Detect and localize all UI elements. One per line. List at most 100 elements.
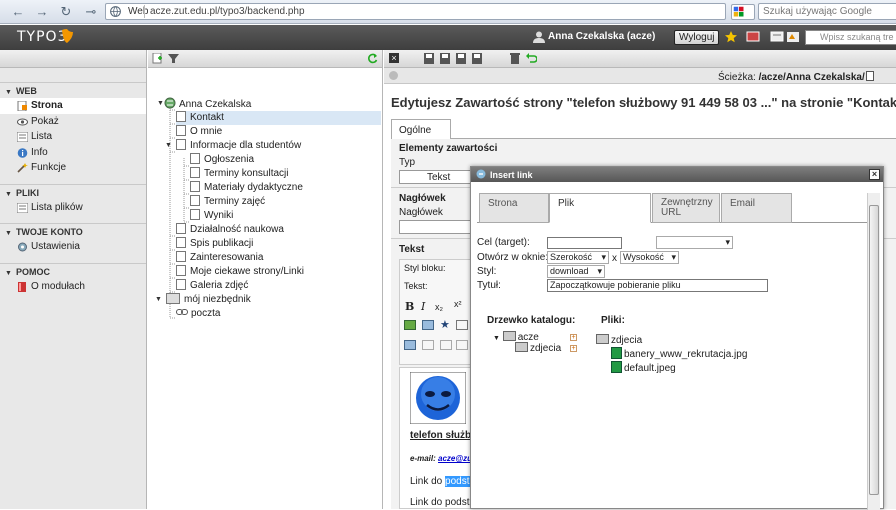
key-icon[interactable]: ⊸ <box>83 5 99 19</box>
tree-node-kontakt[interactable]: Kontakt <box>176 111 381 125</box>
tree-node-terminy-konsultacji[interactable]: Terminy konsultacji <box>190 167 288 181</box>
delete-trash-icon[interactable] <box>510 53 520 64</box>
reload-icon[interactable]: ↻ <box>58 5 74 19</box>
module-item-info[interactable]: Info <box>0 145 146 161</box>
superscript-icon[interactable]: x² <box>454 299 462 309</box>
module-item-pokaz[interactable]: Pokaż <box>0 114 146 130</box>
insert-table-icon[interactable] <box>422 320 434 330</box>
tree-node-publikacje[interactable]: Spis publikacji <box>176 237 253 251</box>
module-section-title[interactable]: ▼ POMOC <box>0 262 146 279</box>
clear-cache-icon[interactable] <box>786 30 800 44</box>
dir-child-node[interactable]: zdjecia <box>515 342 561 354</box>
add-icon[interactable]: + <box>570 334 577 341</box>
tab-email[interactable]: Email <box>721 193 792 223</box>
opendocs-icon[interactable] <box>770 30 784 44</box>
tab-ogolne[interactable]: Ogólne <box>391 119 451 140</box>
tree-node-niezbednik[interactable]: ▼ mój niezbędnik <box>155 293 251 307</box>
row-props-icon[interactable] <box>422 340 434 350</box>
save-new-icon[interactable] <box>456 53 466 64</box>
save-view-icon[interactable] <box>440 53 450 64</box>
table-props-icon[interactable] <box>404 340 416 350</box>
module-item-funkcje[interactable]: Funkcje <box>0 160 146 176</box>
target-select[interactable] <box>656 236 733 249</box>
insert-link-dialog: Insert link × Strona Plik Zewnętrzny URL… <box>470 166 884 510</box>
tree-node-dzialalnosc[interactable]: Działalność naukowa <box>176 223 284 237</box>
tree-node-o-mnie[interactable]: O mnie <box>176 125 222 139</box>
tree-node-label: Zainteresowania <box>190 252 264 263</box>
collapse-icon[interactable]: ▼ <box>493 335 500 342</box>
section-naglowek: Nagłówek <box>399 193 446 204</box>
scrollbar-thumb[interactable] <box>869 205 879 495</box>
logout-button[interactable]: Wyloguj <box>674 30 720 45</box>
path-value[interactable]: /acze/Anna Czekalska/ <box>759 72 865 83</box>
module-item-lista[interactable]: Lista <box>0 129 146 145</box>
tree-node-materialy[interactable]: Materiały dydaktyczne <box>190 181 303 195</box>
italic-icon[interactable]: I <box>421 300 425 313</box>
new-page-icon[interactable] <box>152 53 163 64</box>
search-engine-selector[interactable] <box>731 4 755 20</box>
back-arrow-icon[interactable]: ← <box>10 5 26 19</box>
title-input[interactable]: Zapoczątkowuje pobieranie pliku <box>547 279 768 292</box>
save-icon[interactable] <box>424 53 434 64</box>
close-doc-icon[interactable]: × <box>389 53 399 63</box>
height-select[interactable]: Wysokość <box>620 251 679 264</box>
tree-node-wyniki[interactable]: Wyniki <box>190 209 233 223</box>
selected-text[interactable]: podstr <box>445 476 473 487</box>
close-icon[interactable]: × <box>869 169 880 180</box>
add-icon[interactable]: + <box>570 345 577 352</box>
doc-toolbar: × <box>384 50 896 68</box>
tree-node-zainteresowania[interactable]: Zainteresowania <box>176 251 263 265</box>
type-select[interactable]: Tekst <box>399 170 474 184</box>
save-close-icon[interactable] <box>472 53 482 64</box>
insert-char-icon[interactable] <box>456 320 468 330</box>
url-separator <box>144 5 145 18</box>
tab-zewnetrzny-url[interactable]: Zewnętrzny URL <box>652 193 720 223</box>
browser-search-input[interactable]: Szukaj używając Google <box>758 3 896 20</box>
workspace-icon[interactable] <box>746 30 760 44</box>
module-item-lista-plikow[interactable]: Lista plików <box>0 200 146 216</box>
module-item-strona[interactable]: Strona <box>0 98 146 114</box>
refresh-icon[interactable] <box>367 53 378 64</box>
tree-node-galeria[interactable]: Galeria zdjęć <box>176 279 248 293</box>
insert-image-icon[interactable] <box>404 320 416 330</box>
file-item[interactable]: default.jpeg <box>611 361 676 374</box>
undo-icon[interactable] <box>526 53 537 64</box>
module-section-title[interactable]: ▼ WEB <box>0 82 146 98</box>
tree-node-linki[interactable]: Moje ciekawe strony/Linki <box>176 265 304 279</box>
tree-node-ogloszenia[interactable]: Ogłoszenia <box>190 153 254 167</box>
rte-editor[interactable]: telefon służbow e-mail: acze@zu Link do … <box>399 367 479 509</box>
tab-strona[interactable]: Strona <box>479 193 549 223</box>
target-input[interactable] <box>547 237 622 249</box>
subscript-icon[interactable]: x₂ <box>435 302 443 312</box>
find-icon[interactable]: ★ <box>440 318 450 331</box>
tree-root-node[interactable]: ▼ Anna Czekalska <box>157 97 251 111</box>
tree-node-terminy-zajec[interactable]: Terminy zajęć <box>190 195 265 209</box>
module-item-o-modulach[interactable]: O modułach <box>0 279 146 295</box>
header-input[interactable] <box>399 220 474 234</box>
module-section-title[interactable]: ▼ PLIKI <box>0 183 146 200</box>
module-section-title[interactable]: ▼ TWOJE KONTO <box>0 223 146 239</box>
dialog-scrollbar[interactable] <box>867 193 880 510</box>
file-item[interactable]: banery_www_rekrutacja.jpg <box>611 347 747 360</box>
collapse-icon[interactable]: ▼ <box>157 97 164 111</box>
target-label: Cel (target): <box>477 237 530 248</box>
style-select[interactable]: download <box>547 265 605 278</box>
live-search-input[interactable]: Wpisz szukaną tre <box>805 30 896 45</box>
width-select[interactable]: Szerokość <box>547 251 609 264</box>
address-bar[interactable]: Web acze.zut.edu.pl/typo3/backend.php <box>105 3 726 20</box>
email-link[interactable]: acze@zu <box>438 454 472 463</box>
forward-arrow-icon[interactable]: → <box>34 5 50 19</box>
tree-node-poczta[interactable]: poczta <box>176 307 220 321</box>
tab-plik[interactable]: Plik <box>549 193 651 223</box>
collapse-icon[interactable]: ▼ <box>165 139 172 153</box>
tree-node-informacje[interactable]: ▼ Informacje dla studentów <box>165 139 301 153</box>
module-item-ustawienia[interactable]: Ustawienia <box>0 239 146 255</box>
bold-icon[interactable]: B <box>405 300 414 313</box>
filter-icon[interactable] <box>168 53 179 64</box>
dialog-titlebar[interactable]: Insert link × <box>471 167 883 182</box>
collapse-icon[interactable]: ▼ <box>155 293 162 307</box>
cell-props-icon[interactable] <box>440 340 452 350</box>
url-text[interactable]: acze.zut.edu.pl/typo3/backend.php <box>150 6 305 17</box>
bookmark-star-icon[interactable] <box>724 30 738 44</box>
col-props-icon[interactable] <box>456 340 468 350</box>
